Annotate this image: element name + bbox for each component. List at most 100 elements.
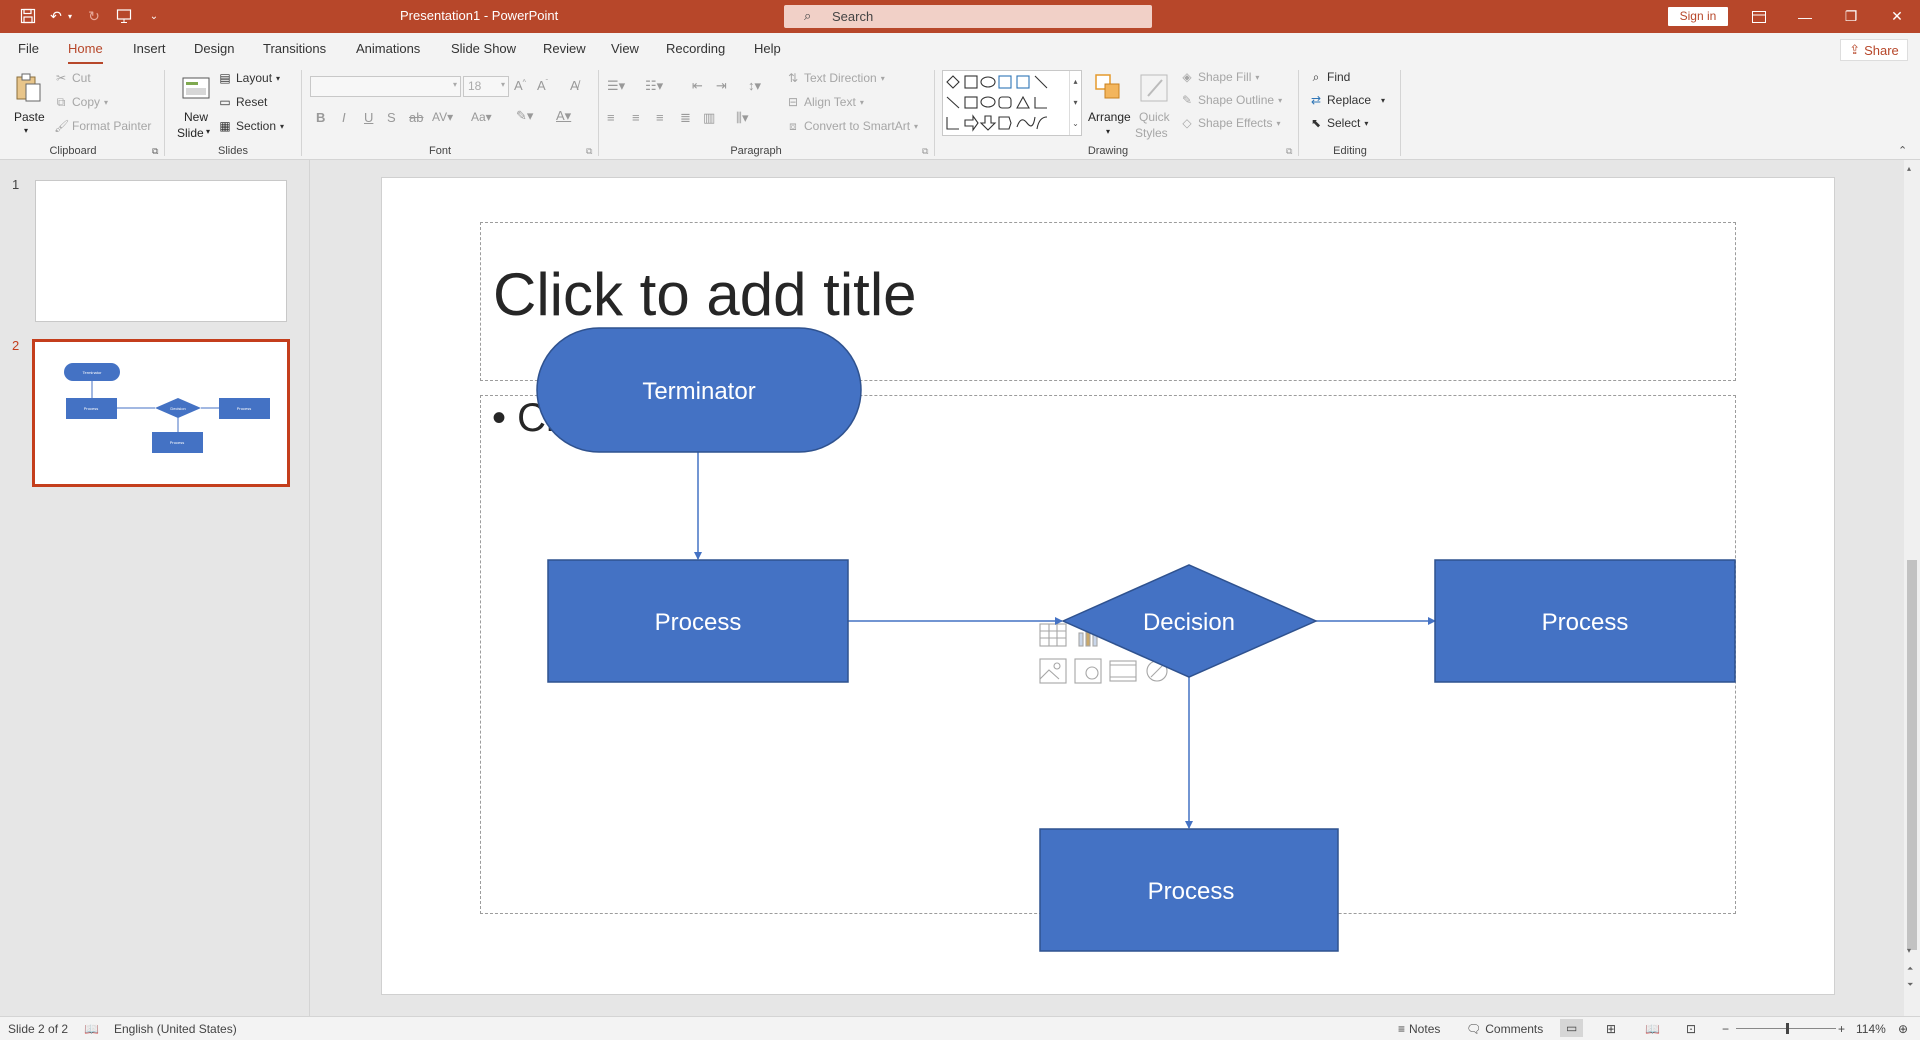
notes-button[interactable]: ≡ Notes [1398,1022,1440,1036]
tab-insert[interactable]: Insert [133,41,166,56]
undo-icon[interactable]: ↶ [46,6,66,26]
window-title: Presentation1 - PowerPoint [400,8,559,23]
chevron-down-icon: ▾ [1381,95,1386,105]
tab-help[interactable]: Help [754,41,781,56]
zoom-slider[interactable] [1736,1023,1836,1034]
vertical-scrollbar[interactable]: ▴ ▾ ⏶ ⏷ [1904,160,1920,1016]
tab-home[interactable]: Home [68,41,103,64]
tab-view[interactable]: View [611,41,639,56]
slide-thumbnail-2[interactable]: Terminator Process Decision Process Proc… [32,339,290,487]
section-button[interactable]: ▦ Section ▾ [218,119,284,133]
align-text-label: Align Text [804,95,856,109]
separator [1298,70,1299,156]
process-bottom-label: Process [1148,878,1235,905]
search-box[interactable]: ⌕ Search [784,5,1152,28]
thumb-terminator-label: Terminator [83,370,103,375]
replace-button[interactable]: ⇄ Replace ▾ [1309,93,1385,107]
chevron-down-icon: ▾ [914,121,919,131]
share-button[interactable]: ⇪ Share [1840,39,1908,61]
zoom-slider-thumb[interactable] [1786,1023,1789,1034]
arrange-button[interactable]: Arrange ▾ [1088,70,1131,142]
paragraph-group-label: Paragraph [730,145,782,157]
zoom-level[interactable]: 114% [1856,1022,1886,1036]
layout-icon: ▤ [219,71,231,85]
slide-thumbnail-1[interactable] [35,180,287,322]
font-color-icon: A▾ [556,108,572,123]
find-button[interactable]: ⌕ Find [1309,70,1351,84]
close-icon[interactable]: ✕ [1874,0,1920,33]
paste-label: Paste [14,110,45,124]
scroll-up-icon[interactable]: ▴ [1907,164,1911,173]
chevron-down-icon: ▾ [1255,72,1260,82]
chevron-down-icon: ▾ [452,80,457,89]
shapes-gallery-scroll[interactable]: ▴ ▾ ⌄ [1069,71,1081,135]
minimize-icon[interactable]: — [1782,0,1828,33]
comments-button[interactable]: 🗨 Comments [1466,1022,1543,1036]
font-size-dropdown: 18 ▾ [463,76,509,97]
reading-view-icon[interactable]: 📖 [1645,1022,1660,1036]
slide-sorter-icon[interactable]: ⊞ [1606,1022,1616,1036]
paste-button[interactable]: Paste ▾ [10,70,46,142]
zoom-out-icon[interactable]: − [1722,1022,1729,1036]
collapse-ribbon-icon[interactable]: ⌃ [1898,144,1907,157]
redo-icon: ↻ [88,7,100,24]
normal-view-icon[interactable]: ▭ [1560,1019,1584,1037]
tab-animations[interactable]: Animations [356,41,420,56]
language-status[interactable]: English (United States) [114,1022,237,1036]
sign-in-button[interactable]: Sign in [1668,7,1728,26]
editing-group-label: Editing [1333,145,1367,157]
tab-transitions[interactable]: Transitions [263,41,326,56]
distributed-icon: ▥ [703,110,716,125]
shape-effects-icon: ◇ [1182,116,1192,130]
numbering-icon: ☷▾ [645,78,664,93]
restore-icon[interactable]: ❐ [1828,0,1874,33]
tab-review[interactable]: Review [543,41,586,56]
decrease-indent-icon: ⇤ [692,78,703,93]
strikethrough-icon: ab [409,110,424,125]
shape-effects-button: ◇ Shape Effects ▾ [1180,116,1280,130]
layout-button[interactable]: ▤ Layout ▾ [218,71,280,85]
undo-dropdown-icon[interactable]: ▾ [64,6,76,26]
slide-canvas[interactable]: Click to add title • Cl Terminator Proce… [381,177,1835,995]
arrange-icon [1095,74,1120,99]
separator [1400,70,1401,156]
ribbon-home: Paste ▾ ✂ Cut ⧉ Copy ▾ 🖌 Format Painter Clip… [0,64,1920,160]
arrange-label: Arrange [1088,110,1131,124]
text-direction-label: Text Direction [804,71,877,85]
new-slide-button[interactable]: New Slide ▾ [174,70,218,142]
tab-slide-show[interactable]: Slide Show [451,41,516,56]
shape-outline-button: ✎ Shape Outline ▾ [1180,93,1282,107]
increase-indent-icon: ⇥ [716,78,727,93]
tab-recording[interactable]: Recording [666,41,725,56]
separator [598,70,599,156]
shapes-gallery[interactable]: ▴ ▾ ⌄ [942,70,1082,136]
new-slide-dropdown-icon: ▾ [206,127,211,136]
spelling-icon[interactable]: 📖 [84,1022,99,1036]
tab-design[interactable]: Design [194,41,234,56]
clipboard-launcher-icon[interactable]: ⧉ [152,146,158,157]
arrange-dropdown-icon: ▾ [1106,127,1111,136]
clipboard-group-label: Clipboard [49,145,97,157]
scroll-down-icon[interactable]: ▾ [1907,946,1911,955]
select-button[interactable]: ⬉ Select ▾ [1309,116,1368,130]
italic-icon: I [342,110,346,125]
start-slideshow-icon[interactable] [114,6,134,26]
previous-slide-icon[interactable]: ⏶ [1907,964,1913,974]
reset-button[interactable]: ▭ Reset [218,95,267,109]
scrollbar-thumb[interactable] [1907,560,1917,950]
notes-label: Notes [1409,1022,1441,1036]
tab-file[interactable]: File [18,41,39,56]
align-text-icon: ⊟ [787,95,799,109]
drawing-group-label: Drawing [1087,145,1129,157]
save-icon[interactable] [18,6,38,26]
customize-toolbar-icon[interactable]: ⌄ [144,6,164,26]
next-slide-icon[interactable]: ⏷ [1907,980,1913,990]
process-left-label: Process [655,609,742,636]
quick-styles-label-2: Styles [1135,126,1168,140]
slideshow-view-icon[interactable]: ⊡ [1686,1022,1696,1036]
comment-icon: 🗨 [1466,1022,1482,1036]
ribbon-display-options-icon[interactable] [1736,0,1782,33]
section-icon: ▦ [219,119,231,133]
fit-to-window-icon[interactable]: ⊕ [1898,1022,1908,1036]
zoom-in-icon[interactable]: + [1838,1022,1845,1036]
